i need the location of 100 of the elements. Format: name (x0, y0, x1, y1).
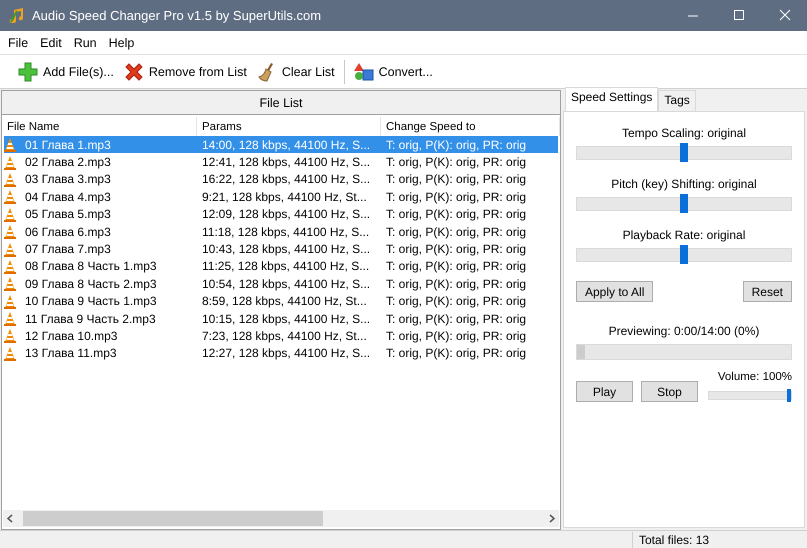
file-row[interactable]: 09 Глава 8 Часть 2.mp3 10:54, 128 kbps, 44100 Hz, S... T: orig, P(K): orig, PR: orig (4, 275, 558, 293)
table-cell-text: 02 Глава 2.mp3 (24, 155, 111, 170)
table-cell-text: 12 Глава 10.mp3 (24, 328, 118, 343)
cone-icon (4, 346, 16, 361)
table-cell-text: T: orig, P(K): orig, PR: orig (385, 294, 528, 308)
table-cell-text: 9:21, 128 kbps, 44100 Hz, St... (201, 190, 368, 204)
table-cell-text: T: orig, P(K): orig, PR: orig (385, 276, 528, 291)
table-cell-text: 12:41, 128 kbps, 44100 Hz, S... (201, 155, 372, 170)
slider-thumb[interactable] (680, 143, 688, 162)
table-cell-text: T: orig, P(K): orig, PR: orig (385, 224, 528, 239)
panel-header: File List (2, 91, 560, 115)
table-cell-text: 10:43, 128 kbps, 44100 Hz, S... (201, 242, 372, 256)
table-cell-text: 10:54, 128 kbps, 44100 Hz, S... (201, 276, 372, 291)
table-cell-text: T: orig, P(K): orig, PR: orig (385, 346, 528, 360)
horizontal-scrollbar[interactable] (3, 510, 559, 527)
remove-button[interactable]: Remove from List (120, 58, 251, 86)
cone-icon (4, 311, 16, 326)
table-cell-text: 07 Глава 7.mp3 (24, 242, 111, 256)
window-title: Audio Speed Changer Pro v1.5 by SuperUtils.com (32, 8, 322, 23)
file-row[interactable]: 12 Глава 10.mp3 7:23, 128 kbps, 44100 Hz, St... T: orig, P(K): orig, PR: orig (4, 327, 558, 345)
table-cell-text: T: orig, P(K): orig, PR: orig (385, 328, 528, 343)
table-cell-text: 10 Глава 9 Часть 1.mp3 (24, 294, 157, 308)
table-cell-text: 7:23, 128 kbps, 44100 Hz, St... (201, 328, 368, 343)
total-files: Total files: 13 (632, 532, 807, 548)
add-button[interactable]: Add File(s)... (14, 58, 118, 86)
table-cell-text: 12:27, 128 kbps, 44100 Hz, S... (201, 346, 372, 360)
cross-icon (124, 62, 144, 82)
table-cell-text: 14:00, 128 kbps, 44100 Hz, S... (201, 138, 372, 152)
file-row[interactable]: 03 Глава 3.mp3 16:22, 128 kbps, 44100 Hz, S... T: orig, P(K): orig, PR: orig (4, 170, 558, 188)
table-cell-text: T: orig, P(K): orig, PR: orig (385, 312, 528, 326)
table-cell-text: 8:59, 128 kbps, 44100 Hz, St... (201, 294, 368, 308)
table-cell-text: T: orig, P(K): orig, PR: orig (385, 242, 528, 256)
table-cell-text: 01 Глава 1.mp3 (24, 138, 111, 152)
volume-thumb[interactable] (787, 389, 791, 402)
table-cell-text: 13 Глава 11.mp3 (24, 346, 117, 360)
menu-item[interactable]: Edit (34, 32, 68, 52)
slider-track[interactable] (576, 146, 792, 160)
table-cell-text: 11:25, 128 kbps, 44100 Hz, S... (201, 259, 370, 274)
action-button[interactable]: Reset (742, 281, 792, 302)
cone-icon (4, 328, 16, 344)
menu-item[interactable]: Run (68, 32, 103, 52)
slider-thumb[interactable] (680, 194, 688, 213)
cone-icon (4, 294, 16, 309)
file-row[interactable]: 02 Глава 2.mp3 12:41, 128 kbps, 44100 Hz, S... T: orig, P(K): orig, PR: orig (4, 153, 558, 171)
tab[interactable]: Tags (658, 90, 696, 111)
cone-icon (4, 276, 16, 292)
slider-label: Playback Rate: original (622, 228, 746, 244)
playback-button[interactable]: Play (576, 381, 633, 402)
table-cell-text: 08 Глава 8 Часть 1.mp3 (24, 259, 157, 274)
preview-track[interactable] (576, 344, 792, 360)
table-cell-text: 09 Глава 8 Часть 2.mp3 (24, 276, 157, 291)
cone-icon (4, 189, 16, 204)
table-cell-text: 04 Глава 4.mp3 (24, 190, 111, 204)
table-cell-text: 12:09, 128 kbps, 44100 Hz, S... (201, 207, 372, 222)
slider-label: Pitch (key) Shifting: original (610, 177, 758, 193)
cone-icon (4, 258, 16, 274)
table-cell-text: 16:22, 128 kbps, 44100 Hz, S... (201, 172, 372, 186)
file-row[interactable]: 13 Глава 11.mp3 12:27, 128 kbps, 44100 Hz, S... T: orig, P(K): orig, PR: orig (4, 344, 558, 362)
file-row[interactable]: 06 Глава 6.mp3 11:18, 128 kbps, 44100 Hz, S... T: orig, P(K): orig, PR: orig (4, 222, 558, 240)
slider-label: Tempo Scaling: original (620, 126, 748, 142)
cone-icon (4, 224, 16, 240)
file-row[interactable]: 07 Глава 7.mp3 10:43, 128 kbps, 44100 Hz, S... T: orig, P(K): orig, PR: orig (4, 240, 558, 258)
tab[interactable]: Speed Settings (565, 87, 658, 111)
cone-icon (4, 206, 16, 222)
preview-thumb[interactable] (577, 345, 585, 359)
slider-thumb[interactable] (680, 245, 688, 264)
clear-button[interactable]: Clear List (252, 58, 339, 86)
slider-track[interactable] (576, 197, 792, 211)
table-cell-text: 11 Глава 9 Часть 2.mp3 (24, 312, 156, 326)
table-cell-text: T: orig, P(K): orig, PR: orig (385, 155, 528, 170)
shapes-icon (354, 62, 374, 82)
convert-button[interactable]: Convert... (350, 58, 437, 86)
volume-label: Volume: 100% (716, 371, 792, 385)
table-cell-text: 06 Глава 6.mp3 (24, 224, 111, 239)
action-button[interactable]: Apply to All (576, 281, 654, 302)
table-cell-text: T: orig, P(K): orig, PR: orig (385, 172, 528, 186)
plus-icon (18, 62, 38, 82)
table-cell-text: T: orig, P(K): orig, PR: orig (385, 259, 528, 274)
menu-item[interactable]: Help (102, 32, 140, 52)
menu-item[interactable]: File (2, 32, 34, 52)
preview-label: Previewing: 0:00/14:00 (0%) (608, 324, 760, 340)
playback-button[interactable]: Stop (641, 381, 698, 402)
table-cell-text: 11:18, 128 kbps, 44100 Hz, S... (201, 224, 370, 239)
app-icon (8, 6, 26, 24)
table-cell-text: T: orig, P(K): orig, PR: orig (385, 138, 528, 152)
cone-icon (4, 154, 16, 170)
table-cell-text: 10:15, 128 kbps, 44100 Hz, S... (201, 312, 372, 326)
file-row[interactable]: 04 Глава 4.mp3 9:21, 128 kbps, 44100 Hz, St... T: orig, P(K): orig, PR: orig (4, 188, 558, 206)
cone-icon (4, 172, 16, 187)
slider-track[interactable] (576, 248, 792, 262)
table-cell-text: 05 Глава 5.mp3 (24, 207, 111, 222)
table-cell-text: T: orig, P(K): orig, PR: orig (385, 190, 528, 204)
volume-track[interactable] (708, 391, 792, 400)
file-row[interactable]: 10 Глава 9 Часть 1.mp3 8:59, 128 kbps, 44100 Hz, St... T: orig, P(K): orig, PR: orig (4, 292, 558, 310)
file-row[interactable]: 11 Глава 9 Часть 2.mp3 10:15, 128 kbps, 44100 Hz, S... T: orig, P(K): orig, PR: orig (4, 310, 558, 328)
file-row[interactable]: 08 Глава 8 Часть 1.mp3 11:25, 128 kbps, 44100 Hz, S... T: orig, P(K): orig, PR: orig (4, 258, 558, 276)
file-row[interactable]: 05 Глава 5.mp3 12:09, 128 kbps, 44100 Hz, S... T: orig, P(K): orig, PR: orig (4, 206, 558, 223)
cone-icon (4, 242, 16, 257)
table-cell-text: 03 Глава 3.mp3 (24, 172, 111, 186)
cone-icon (4, 137, 16, 152)
